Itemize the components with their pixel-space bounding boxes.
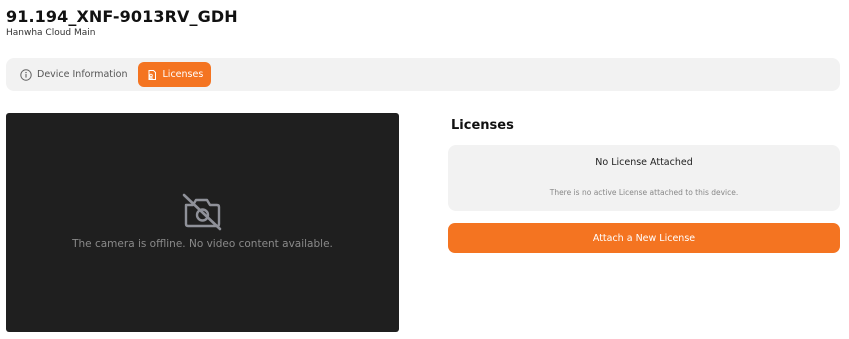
offline-message: The camera is offline. No video content … (72, 238, 333, 250)
license-card-description: There is no active License attached to t… (549, 188, 739, 197)
device-location-subtitle: Hanwha Cloud Main (6, 28, 96, 38)
attach-license-button[interactable]: Attach a New License (448, 223, 840, 253)
tab-licenses[interactable]: Licenses (137, 62, 212, 87)
tab-label: Device Information (37, 69, 128, 80)
license-status-card: No License Attached There is no active L… (448, 145, 840, 211)
video-panel: The camera is offline. No video content … (6, 113, 399, 332)
tab-device-information[interactable]: Device Information (12, 62, 136, 87)
device-license-page: 91.194_XNF-9013RV_GDH Hanwha Cloud Main … (0, 0, 849, 339)
license-icon (146, 69, 158, 81)
camera-off-icon (180, 191, 224, 231)
license-card-title: No License Attached (595, 157, 693, 168)
licenses-heading: Licenses (451, 118, 514, 133)
device-name-title: 91.194_XNF-9013RV_GDH (6, 7, 238, 26)
info-circle-icon (20, 68, 32, 81)
tab-label: Licenses (162, 69, 204, 80)
tab-bar: Device Information Licenses (6, 58, 840, 91)
